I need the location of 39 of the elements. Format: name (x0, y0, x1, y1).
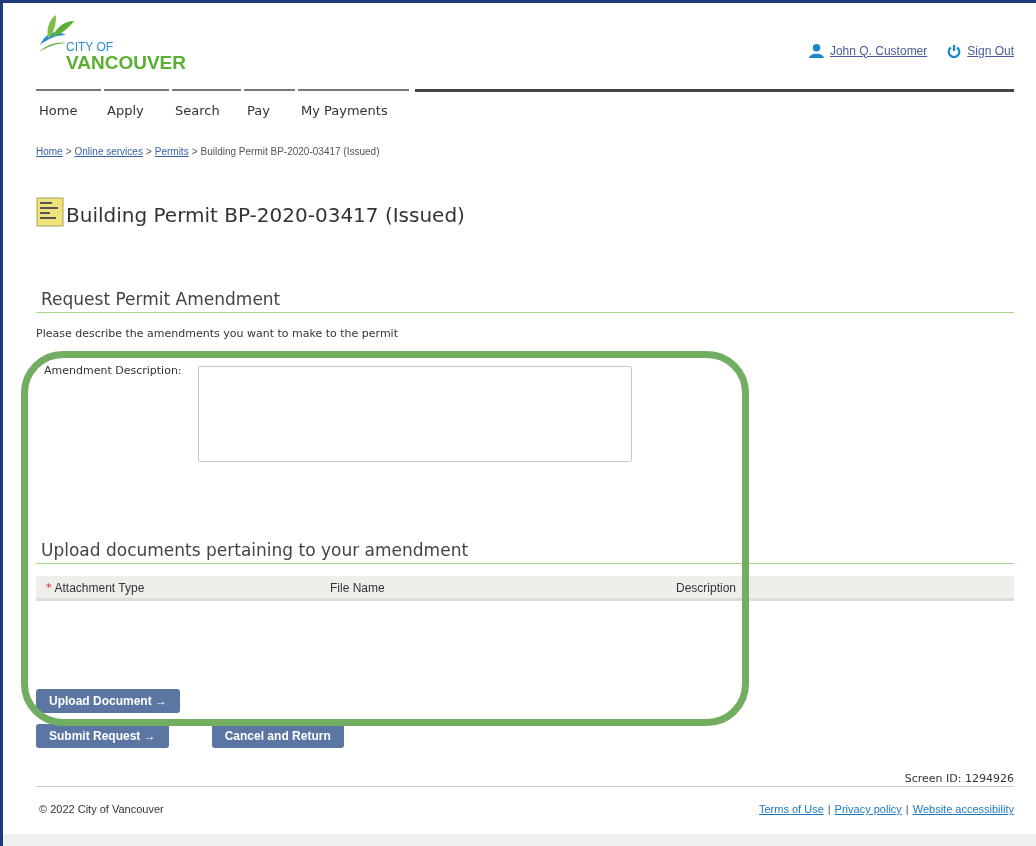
copyright-text: © 2022 City of Vancouver (39, 803, 164, 815)
breadcrumb-link[interactable]: Permits (154, 146, 189, 157)
section-heading: Upload documents pertaining to your amendment (36, 540, 1014, 564)
nav-link[interactable]: Apply (104, 89, 169, 118)
footer-link[interactable]: Website accessibility (912, 803, 1014, 815)
nav-link[interactable]: Search (172, 89, 241, 118)
amendment-description-field[interactable] (198, 366, 632, 462)
user-link[interactable]: John Q. Customer (808, 43, 928, 58)
breadcrumb-link[interactable]: Home (36, 146, 63, 157)
screen-id: Screen ID: 1294926 (904, 772, 1014, 785)
sign-out-link[interactable]: Sign Out (947, 43, 1014, 58)
instructions-text: Please describe the amendments you want to make to the permit (36, 327, 399, 340)
footer-link[interactable]: Privacy policy (834, 803, 902, 815)
breadcrumb-current: Building Permit BP-2020-03417 (Issued) (200, 146, 380, 157)
nav-link[interactable]: Pay (244, 89, 295, 118)
breadcrumb-link[interactable]: Online services (74, 146, 143, 157)
breadcrumb-separator: > (191, 146, 198, 157)
footer-link[interactable]: Terms of Use (758, 803, 824, 815)
section-heading: Request Permit Amendment (36, 289, 1014, 313)
logo-text: VANCOUVER (66, 53, 186, 73)
document-icon (36, 197, 64, 227)
link-separator: | (905, 803, 909, 815)
cancel-and-return-button[interactable]: Cancel and Return (211, 724, 344, 748)
breadcrumb-separator: > (145, 146, 152, 157)
page-title: Building Permit BP-2020-03417 (Issued) (66, 203, 465, 227)
column-header: File Name (330, 581, 385, 595)
nav-link[interactable]: Home (36, 89, 101, 118)
column-header: Description (676, 581, 737, 595)
power-icon (947, 43, 962, 58)
logo-text: CITY OF (66, 41, 115, 53)
upload-document-button[interactable]: Upload Document → (36, 689, 180, 713)
submit-request-button[interactable]: Submit Request → (36, 724, 169, 748)
field-label: Amendment Description: (44, 364, 183, 379)
required-mark: * (46, 581, 52, 595)
column-header: Attachment Type (54, 581, 145, 595)
breadcrumb-separator: > (65, 146, 72, 157)
link-separator: | (827, 803, 831, 815)
nav-link[interactable]: My Payments (298, 89, 409, 118)
person-icon (808, 43, 824, 58)
